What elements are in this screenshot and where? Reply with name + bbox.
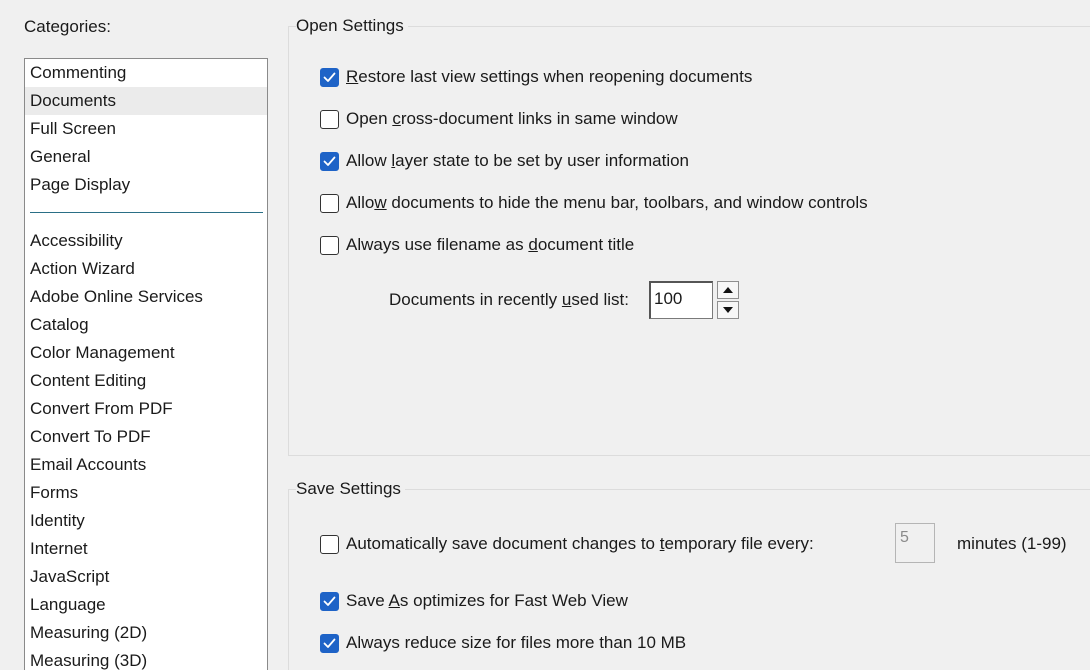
- checkmark-icon: [323, 156, 336, 166]
- checkmark-icon: [323, 596, 336, 606]
- category-item-convert-to-pdf[interactable]: Convert To PDF: [25, 423, 267, 451]
- layer-state-option[interactable]: Allow layer state to be set by user info…: [320, 149, 689, 173]
- hide-menu-bar-checkbox[interactable]: [320, 193, 339, 213]
- category-item-catalog[interactable]: Catalog: [25, 311, 267, 339]
- open-settings-title: Open Settings: [296, 15, 408, 37]
- recent-list-spinner: [717, 281, 740, 319]
- autosave-minutes-label: minutes (1-99): [957, 534, 1067, 553]
- preferences-panel: Categories: Commenting Documents Full Sc…: [0, 0, 1090, 670]
- categories-heading: Categories:: [24, 17, 111, 36]
- reduce-size-label: Always reduce size for files more than 1…: [346, 633, 687, 652]
- cross-doc-links-option[interactable]: Open cross-document links in same window: [320, 107, 678, 131]
- category-item-color-management[interactable]: Color Management: [25, 339, 267, 367]
- checkmark-icon: [323, 72, 336, 82]
- category-item-general[interactable]: General: [25, 143, 267, 171]
- recent-list-count-input[interactable]: 100: [649, 281, 714, 319]
- spin-down-button[interactable]: [717, 301, 740, 319]
- restore-view-label: Restore last view settings when reopenin…: [346, 67, 753, 86]
- layer-state-checkbox[interactable]: [320, 151, 339, 171]
- category-item-email-accounts[interactable]: Email Accounts: [25, 451, 267, 479]
- autosave-label: Automatically save document changes to t…: [346, 534, 814, 553]
- spin-up-button[interactable]: [717, 281, 740, 299]
- fast-web-view-option[interactable]: Save As optimizes for Fast Web View: [320, 589, 628, 613]
- cross-doc-links-label: Open cross-document links in same window: [346, 109, 678, 128]
- category-item-forms[interactable]: Forms: [25, 479, 267, 507]
- autosave-option[interactable]: Automatically save document changes to t…: [320, 532, 814, 556]
- category-item-language[interactable]: Language: [25, 591, 267, 619]
- save-settings-title: Save Settings: [296, 478, 405, 500]
- checkmark-icon: [323, 638, 336, 648]
- category-item-commenting[interactable]: Commenting: [25, 59, 267, 87]
- category-item-javascript[interactable]: JavaScript: [25, 563, 267, 591]
- category-item-internet[interactable]: Internet: [25, 535, 267, 563]
- restore-view-checkbox[interactable]: [320, 67, 339, 87]
- categories-list[interactable]: Commenting Documents Full Screen General…: [24, 58, 268, 670]
- filename-title-checkbox[interactable]: [320, 235, 339, 255]
- restore-view-option[interactable]: Restore last view settings when reopenin…: [320, 65, 752, 89]
- category-item-measuring-2d[interactable]: Measuring (2D): [25, 619, 267, 647]
- filename-title-label: Always use filename as document title: [346, 235, 635, 254]
- arrow-up-icon: [723, 287, 734, 293]
- category-item-content-editing[interactable]: Content Editing: [25, 367, 267, 395]
- category-item-documents[interactable]: Documents: [25, 87, 267, 115]
- category-item-full-screen[interactable]: Full Screen: [25, 115, 267, 143]
- fast-web-view-label: Save As optimizes for Fast Web View: [346, 591, 628, 610]
- category-item-adobe-online-services[interactable]: Adobe Online Services: [25, 283, 267, 311]
- autosave-minutes-input[interactable]: 5: [895, 523, 935, 563]
- category-item-convert-from-pdf[interactable]: Convert From PDF: [25, 395, 267, 423]
- reduce-size-checkbox[interactable]: [320, 633, 339, 653]
- cross-doc-links-checkbox[interactable]: [320, 109, 339, 129]
- recent-list-row: Documents in recently used list: 100: [389, 280, 740, 320]
- hide-menu-bar-label: Allow documents to hide the menu bar, to…: [346, 193, 868, 212]
- recent-list-label: Documents in recently used list:: [389, 290, 630, 309]
- category-item-action-wizard[interactable]: Action Wizard: [25, 255, 267, 283]
- category-item-accessibility[interactable]: Accessibility: [25, 227, 267, 255]
- category-item-page-display[interactable]: Page Display: [25, 171, 267, 199]
- autosave-checkbox[interactable]: [320, 534, 339, 554]
- layer-state-label: Allow layer state to be set by user info…: [346, 151, 690, 170]
- category-item-identity[interactable]: Identity: [25, 507, 267, 535]
- category-separator: [25, 199, 267, 227]
- reduce-size-option[interactable]: Always reduce size for files more than 1…: [320, 631, 686, 655]
- fast-web-view-checkbox[interactable]: [320, 591, 339, 611]
- arrow-down-icon: [723, 307, 734, 313]
- category-item-measuring-3d[interactable]: Measuring (3D): [25, 647, 267, 670]
- filename-title-option[interactable]: Always use filename as document title: [320, 233, 634, 257]
- hide-menu-bar-option[interactable]: Allow documents to hide the menu bar, to…: [320, 191, 868, 215]
